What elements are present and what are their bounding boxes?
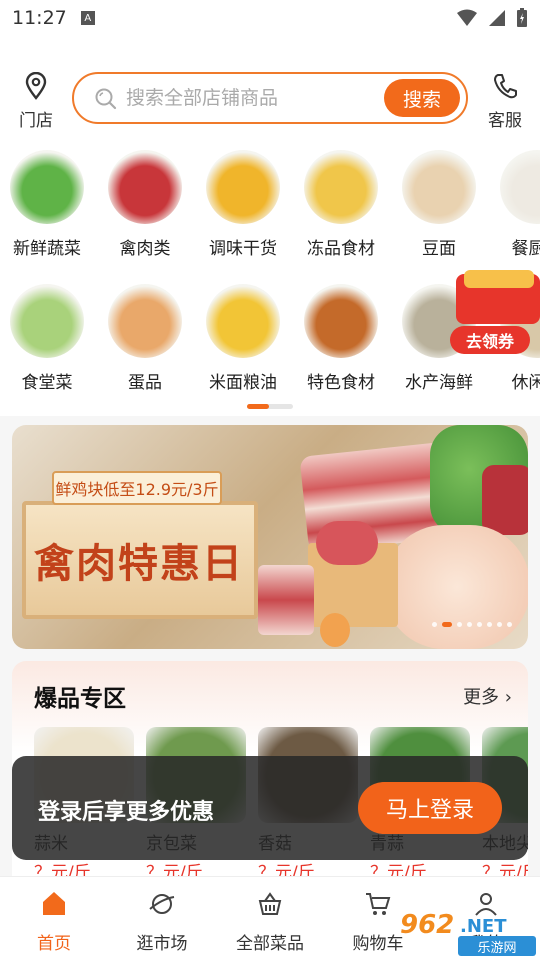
watermark-site: 乐游网 [458, 936, 536, 956]
category-label: 新鲜蔬菜 [13, 239, 81, 259]
category-label: 禽肉类 [119, 239, 171, 259]
category-item[interactable]: 新鲜蔬菜 [2, 150, 92, 259]
category-image [402, 150, 476, 224]
notification-a-icon: A [80, 11, 95, 25]
battery-icon [517, 8, 527, 27]
category-label: 豆面 [422, 239, 456, 259]
login-prompt-bar: 登录后享更多优惠 马上登录 [12, 756, 528, 860]
category-image [108, 284, 182, 358]
login-prompt-message: 登录后享更多优惠 [38, 800, 215, 825]
category-item[interactable]: 食堂菜 [2, 284, 92, 393]
category-label: 米面粮油 [209, 373, 277, 393]
get-coupon-button[interactable]: 去领券 [450, 270, 540, 360]
watermark-domain: .NET [460, 916, 507, 937]
status-time: 11:27 [12, 7, 67, 29]
all-dishes-icon [258, 892, 282, 915]
page-indicator-active [247, 404, 269, 409]
hot-section-title: 爆品专区 [34, 686, 126, 712]
cart-icon [366, 893, 391, 915]
watermark-number: 962 [400, 910, 455, 940]
minced-meat-image [316, 521, 378, 565]
site-watermark: 962 .NET 乐游网 [400, 910, 536, 958]
promo-banner[interactable]: 鲜鸡块低至12.9元/3斤 禽肉特惠日 [12, 425, 528, 649]
category-label: 食堂菜 [21, 373, 73, 393]
banner-promo-text: 鲜鸡块低至12.9元/3斤 [52, 471, 222, 505]
wifi-icon [457, 9, 477, 26]
more-link[interactable]: 更多 › [463, 683, 512, 709]
store-button[interactable]: 门店 [14, 71, 58, 131]
category-image [206, 150, 280, 224]
chicken-image [384, 525, 528, 649]
category-item[interactable]: 禽肉类 [100, 150, 190, 259]
category-image [206, 284, 280, 358]
egg-image [320, 613, 350, 647]
category-label: 冻品食材 [307, 239, 375, 259]
banner-headline: 禽肉特惠日 [34, 541, 244, 587]
home-icon [43, 892, 65, 915]
location-pin-icon [25, 71, 47, 100]
search-button[interactable]: 搜索 [384, 79, 460, 117]
category-image [500, 150, 540, 224]
coupon-label: 去领券 [450, 326, 530, 354]
category-label: 蛋品 [128, 373, 162, 393]
steak-image [482, 465, 528, 535]
category-page-indicator [247, 404, 293, 409]
tab-home[interactable]: 首页 [0, 889, 108, 954]
category-label: 调味干货 [209, 239, 277, 259]
tab-label: 逛市场 [136, 934, 188, 954]
category-item[interactable]: 调味干货 [198, 150, 288, 259]
banner-carousel-dots [432, 622, 512, 627]
chevron-right-icon: › [504, 687, 512, 708]
customer-service-button[interactable]: 客服 [482, 72, 528, 131]
category-item[interactable]: 冻品食材 [296, 150, 386, 259]
category-item[interactable]: 特色食材 [296, 284, 386, 393]
market-icon [149, 894, 175, 914]
tab-all-dishes[interactable]: 全部菜品 [216, 889, 324, 954]
category-image [10, 284, 84, 358]
category-item[interactable]: 豆面 [394, 150, 484, 259]
search-bar[interactable]: 搜索 [72, 72, 468, 124]
login-now-button[interactable]: 马上登录 [358, 782, 502, 834]
category-label: 餐厨用 [511, 239, 540, 259]
category-image [304, 150, 378, 224]
store-label: 门店 [19, 111, 53, 131]
category-item[interactable]: 米面粮油 [198, 284, 288, 393]
tab-market[interactable]: 逛市场 [108, 889, 216, 954]
more-label: 更多 [463, 687, 500, 708]
category-label: 水产海鲜 [405, 373, 473, 393]
meat-cubes-image [258, 565, 314, 635]
tab-label: 全部菜品 [236, 934, 304, 954]
category-label: 特色食材 [307, 373, 375, 393]
category-item[interactable]: 餐厨用 [492, 150, 540, 259]
service-label: 客服 [488, 111, 522, 131]
category-image [304, 284, 378, 358]
phone-icon [494, 74, 517, 99]
signal-icon [489, 10, 505, 26]
tab-label: 首页 [37, 934, 71, 954]
top-bar: 门店 搜索 客服 [0, 36, 540, 136]
search-input[interactable] [126, 84, 356, 112]
category-item[interactable]: 蛋品 [100, 284, 190, 393]
category-image [10, 150, 84, 224]
search-icon [95, 88, 117, 110]
category-label: 休闲零 [511, 373, 540, 393]
category-image [108, 150, 182, 224]
status-bar: 11:27 A [0, 0, 540, 36]
coupon-lid-icon [464, 270, 534, 288]
